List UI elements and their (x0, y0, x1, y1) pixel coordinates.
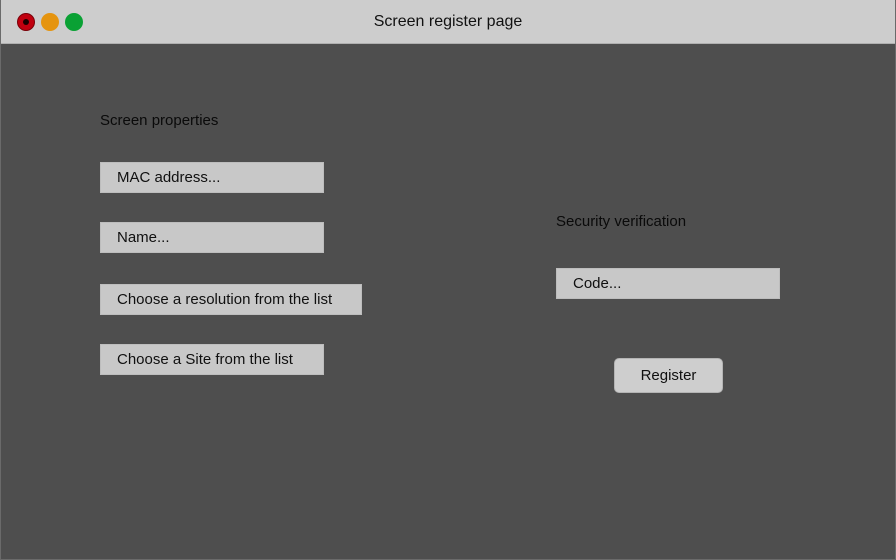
register-window: Screen register page Screen properties M… (0, 0, 896, 560)
site-select[interactable]: Choose a Site from the list (100, 344, 324, 375)
screen-properties-heading: Screen properties (100, 112, 219, 129)
window-title: Screen register page (373, 13, 523, 30)
code-input[interactable]: Code... (556, 268, 780, 299)
mac-address-input[interactable]: MAC address... (100, 162, 324, 193)
name-input[interactable]: Name... (100, 222, 324, 253)
resolution-select[interactable]: Choose a resolution from the list (100, 284, 362, 315)
register-button[interactable]: Register (614, 358, 723, 393)
security-verification-heading: Security verification (556, 213, 687, 230)
title-bar: Screen register page (1, 0, 895, 44)
